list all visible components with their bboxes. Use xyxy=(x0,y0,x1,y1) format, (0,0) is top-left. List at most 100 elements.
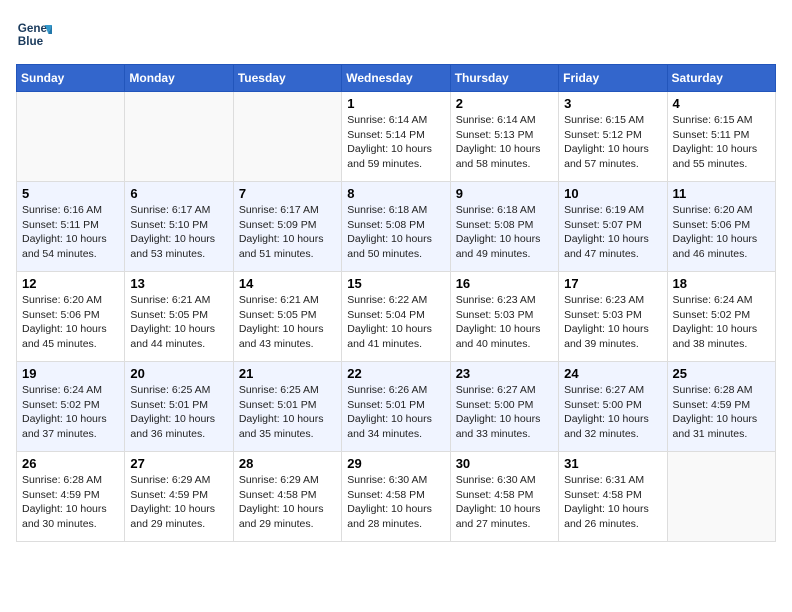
calendar-cell: 19 Sunrise: 6:24 AMSunset: 5:02 PMDayligh… xyxy=(17,362,125,452)
weekday-header-wednesday: Wednesday xyxy=(342,65,450,92)
weekday-header-tuesday: Tuesday xyxy=(233,65,341,92)
day-number: 15 xyxy=(347,276,444,291)
day-info: Sunrise: 6:29 AMSunset: 4:58 PMDaylight:… xyxy=(239,473,336,532)
day-info: Sunrise: 6:26 AMSunset: 5:01 PMDaylight:… xyxy=(347,383,444,442)
calendar-cell: 13 Sunrise: 6:21 AMSunset: 5:05 PMDayligh… xyxy=(125,272,233,362)
day-info: Sunrise: 6:22 AMSunset: 5:04 PMDaylight:… xyxy=(347,293,444,352)
day-number: 18 xyxy=(673,276,770,291)
logo-icon: General Blue xyxy=(16,16,52,52)
calendar-cell: 27 Sunrise: 6:29 AMSunset: 4:59 PMDayligh… xyxy=(125,452,233,542)
day-info: Sunrise: 6:20 AMSunset: 5:06 PMDaylight:… xyxy=(22,293,119,352)
day-number: 6 xyxy=(130,186,227,201)
day-info: Sunrise: 6:25 AMSunset: 5:01 PMDaylight:… xyxy=(130,383,227,442)
svg-text:Blue: Blue xyxy=(18,35,44,48)
logo: General Blue xyxy=(16,16,52,52)
calendar-cell xyxy=(667,452,775,542)
day-number: 26 xyxy=(22,456,119,471)
calendar-cell: 10Sunrise: 6:19 AMSunset: 5:07 PMDayligh… xyxy=(559,182,667,272)
calendar-cell: 22Sunrise: 6:26 AMSunset: 5:01 PMDayligh… xyxy=(342,362,450,452)
day-info: Sunrise: 6:27 AMSunset: 5:00 PMDaylight:… xyxy=(456,383,553,442)
day-number: 14 xyxy=(239,276,336,291)
calendar-cell: 11 Sunrise: 6:20 AMSunset: 5:06 PMDayligh… xyxy=(667,182,775,272)
weekday-header-thursday: Thursday xyxy=(450,65,558,92)
calendar-cell: 14 Sunrise: 6:21 AMSunset: 5:05 PMDayligh… xyxy=(233,272,341,362)
day-number: 17 xyxy=(564,276,661,291)
calendar-cell xyxy=(17,92,125,182)
calendar-cell: 25 Sunrise: 6:28 AMSunset: 4:59 PMDayligh… xyxy=(667,362,775,452)
day-number: 2 xyxy=(456,96,553,111)
day-info: Sunrise: 6:23 AMSunset: 5:03 PMDaylight:… xyxy=(564,293,661,352)
day-info: Sunrise: 6:24 AMSunset: 5:02 PMDaylight:… xyxy=(673,293,770,352)
day-number: 4 xyxy=(673,96,770,111)
day-info: Sunrise: 6:31 AMSunset: 4:58 PMDaylight:… xyxy=(564,473,661,532)
day-number: 20 xyxy=(130,366,227,381)
calendar-cell: 24Sunrise: 6:27 AMSunset: 5:00 PMDayligh… xyxy=(559,362,667,452)
day-number: 23 xyxy=(456,366,553,381)
calendar-cell: 26 Sunrise: 6:28 AMSunset: 4:59 PMDayligh… xyxy=(17,452,125,542)
calendar-cell: 9Sunrise: 6:18 AMSunset: 5:08 PMDaylight… xyxy=(450,182,558,272)
page-header: General Blue xyxy=(16,16,776,52)
calendar-cell: 30 Sunrise: 6:30 AMSunset: 4:58 PMDayligh… xyxy=(450,452,558,542)
calendar-cell: 8 Sunrise: 6:18 AMSunset: 5:08 PMDaylight… xyxy=(342,182,450,272)
day-number: 29 xyxy=(347,456,444,471)
day-info: Sunrise: 6:17 AMSunset: 5:09 PMDaylight:… xyxy=(239,203,336,262)
day-number: 25 xyxy=(673,366,770,381)
day-info: Sunrise: 6:30 AMSunset: 4:58 PMDaylight:… xyxy=(456,473,553,532)
calendar-cell: 1Sunrise: 6:14 AMSunset: 5:14 PMDaylight… xyxy=(342,92,450,182)
day-info: Sunrise: 6:21 AMSunset: 5:05 PMDaylight:… xyxy=(239,293,336,352)
day-number: 24 xyxy=(564,366,661,381)
day-info: Sunrise: 6:30 AMSunset: 4:58 PMDaylight:… xyxy=(347,473,444,532)
day-number: 8 xyxy=(347,186,444,201)
calendar-cell xyxy=(233,92,341,182)
calendar-cell: 23 Sunrise: 6:27 AMSunset: 5:00 PMDayligh… xyxy=(450,362,558,452)
day-number: 5 xyxy=(22,186,119,201)
day-number: 27 xyxy=(130,456,227,471)
day-info: Sunrise: 6:14 AMSunset: 5:14 PMDaylight:… xyxy=(347,113,444,172)
calendar-cell: 15 Sunrise: 6:22 AMSunset: 5:04 PMDayligh… xyxy=(342,272,450,362)
day-number: 7 xyxy=(239,186,336,201)
calendar-week-2: 5Sunrise: 6:16 AMSunset: 5:11 PMDaylight… xyxy=(17,182,776,272)
day-info: Sunrise: 6:23 AMSunset: 5:03 PMDaylight:… xyxy=(456,293,553,352)
day-info: Sunrise: 6:17 AMSunset: 5:10 PMDaylight:… xyxy=(130,203,227,262)
weekday-header-monday: Monday xyxy=(125,65,233,92)
day-info: Sunrise: 6:18 AMSunset: 5:08 PMDaylight:… xyxy=(347,203,444,262)
calendar-cell: 20 Sunrise: 6:25 AMSunset: 5:01 PMDayligh… xyxy=(125,362,233,452)
calendar-cell xyxy=(125,92,233,182)
calendar-table: SundayMondayTuesdayWednesdayThursdayFrid… xyxy=(16,64,776,542)
day-number: 12 xyxy=(22,276,119,291)
weekday-header-friday: Friday xyxy=(559,65,667,92)
calendar-cell: 3 Sunrise: 6:15 AMSunset: 5:12 PMDaylight… xyxy=(559,92,667,182)
day-info: Sunrise: 6:20 AMSunset: 5:06 PMDaylight:… xyxy=(673,203,770,262)
calendar-week-4: 19 Sunrise: 6:24 AMSunset: 5:02 PMDayligh… xyxy=(17,362,776,452)
calendar-cell: 6 Sunrise: 6:17 AMSunset: 5:10 PMDaylight… xyxy=(125,182,233,272)
day-number: 13 xyxy=(130,276,227,291)
calendar-cell: 12 Sunrise: 6:20 AMSunset: 5:06 PMDayligh… xyxy=(17,272,125,362)
day-number: 19 xyxy=(22,366,119,381)
calendar-header: SundayMondayTuesdayWednesdayThursdayFrid… xyxy=(17,65,776,92)
day-info: Sunrise: 6:21 AMSunset: 5:05 PMDaylight:… xyxy=(130,293,227,352)
weekday-header-saturday: Saturday xyxy=(667,65,775,92)
day-info: Sunrise: 6:15 AMSunset: 5:12 PMDaylight:… xyxy=(564,113,661,172)
day-info: Sunrise: 6:28 AMSunset: 4:59 PMDaylight:… xyxy=(673,383,770,442)
calendar-week-1: 1Sunrise: 6:14 AMSunset: 5:14 PMDaylight… xyxy=(17,92,776,182)
day-number: 16 xyxy=(456,276,553,291)
day-info: Sunrise: 6:29 AMSunset: 4:59 PMDaylight:… xyxy=(130,473,227,532)
day-info: Sunrise: 6:15 AMSunset: 5:11 PMDaylight:… xyxy=(673,113,770,172)
calendar-cell: 21 Sunrise: 6:25 AMSunset: 5:01 PMDayligh… xyxy=(233,362,341,452)
calendar-cell: 5Sunrise: 6:16 AMSunset: 5:11 PMDaylight… xyxy=(17,182,125,272)
day-number: 11 xyxy=(673,186,770,201)
day-info: Sunrise: 6:28 AMSunset: 4:59 PMDaylight:… xyxy=(22,473,119,532)
calendar-week-5: 26 Sunrise: 6:28 AMSunset: 4:59 PMDayligh… xyxy=(17,452,776,542)
day-number: 30 xyxy=(456,456,553,471)
day-number: 21 xyxy=(239,366,336,381)
day-info: Sunrise: 6:25 AMSunset: 5:01 PMDaylight:… xyxy=(239,383,336,442)
calendar-cell: 2 Sunrise: 6:14 AMSunset: 5:13 PMDaylight… xyxy=(450,92,558,182)
weekday-header-sunday: Sunday xyxy=(17,65,125,92)
calendar-cell: 7 Sunrise: 6:17 AMSunset: 5:09 PMDaylight… xyxy=(233,182,341,272)
calendar-cell: 29 Sunrise: 6:30 AMSunset: 4:58 PMDayligh… xyxy=(342,452,450,542)
day-number: 3 xyxy=(564,96,661,111)
day-info: Sunrise: 6:24 AMSunset: 5:02 PMDaylight:… xyxy=(22,383,119,442)
day-number: 31 xyxy=(564,456,661,471)
calendar-cell: 4 Sunrise: 6:15 AMSunset: 5:11 PMDaylight… xyxy=(667,92,775,182)
day-info: Sunrise: 6:14 AMSunset: 5:13 PMDaylight:… xyxy=(456,113,553,172)
